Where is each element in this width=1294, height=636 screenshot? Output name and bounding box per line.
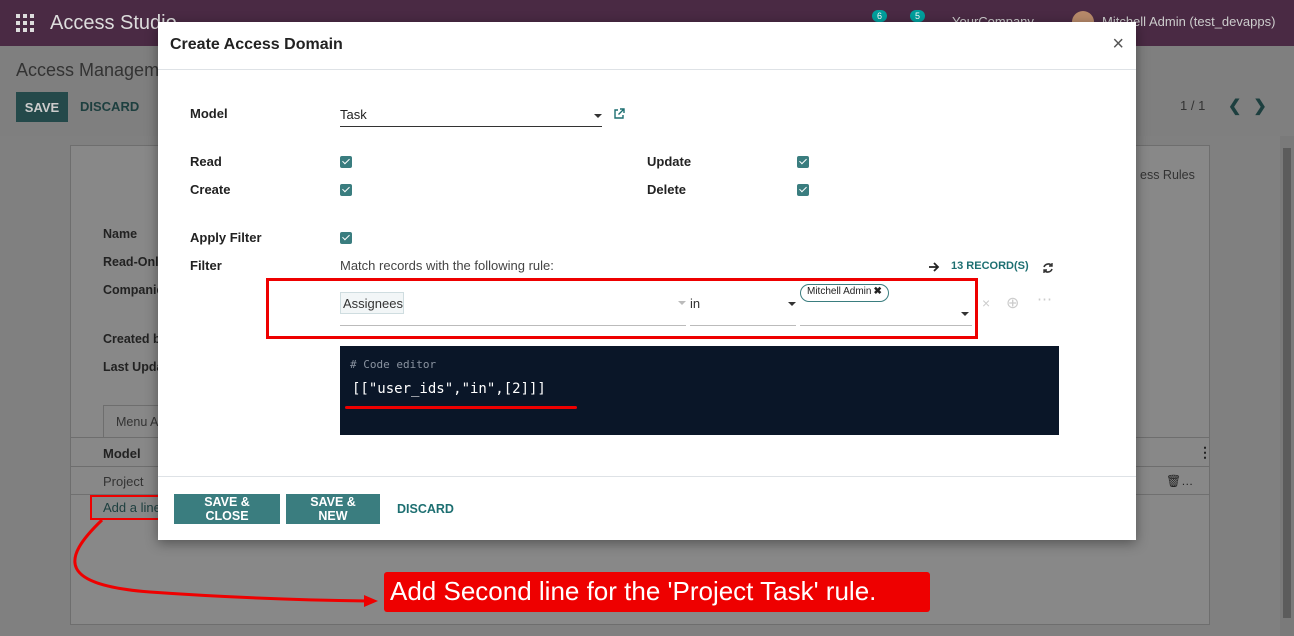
dialog-title: Create Access Domain [170, 36, 343, 53]
apply-filter-checkbox[interactable] [340, 232, 352, 244]
tutorial-callout: Add Second line for the 'Project Task' r… [384, 572, 930, 612]
delete-checkbox[interactable] [797, 184, 809, 196]
apply-filter-label: Apply Filter [190, 230, 262, 245]
code-editor-comment: # Code editor [350, 358, 437, 371]
code-editor[interactable]: # Code editor [["user_ids","in",[2]]] [340, 346, 1059, 435]
discard-button[interactable]: DISCARD [397, 502, 454, 516]
column-options-icon[interactable]: ⋮ [1198, 444, 1212, 461]
row-model-value: Project [103, 474, 144, 489]
model-select[interactable]: Task [340, 105, 602, 127]
add-rule-icon[interactable]: ⊕ [1006, 293, 1019, 313]
model-label: Model [190, 106, 228, 121]
code-highlight-underline [345, 406, 577, 409]
pager-value[interactable]: 1 / 1 [1180, 98, 1205, 113]
arrow-right-icon[interactable] [928, 261, 940, 273]
activities-count-badge: 5 [910, 10, 926, 22]
chevron-right-icon[interactable]: ❯ [1253, 98, 1278, 115]
save-close-button[interactable]: SAVE & CLOSE [174, 494, 280, 524]
domain-code[interactable]: [["user_ids","in",[2]]] [352, 381, 546, 397]
read-checkbox[interactable] [340, 156, 352, 168]
read-label: Read [190, 154, 222, 169]
remove-rule-icon[interactable]: × [982, 295, 990, 311]
readonly-label: Read-Only [103, 255, 166, 269]
column-header-model[interactable]: Model [103, 446, 141, 461]
dialog-footer: SAVE & CLOSE SAVE & NEW DISCARD [158, 476, 1136, 540]
create-label: Create [190, 182, 231, 197]
companies-label: Companie [103, 283, 164, 297]
breadcrumb[interactable]: Access Managem [16, 60, 159, 81]
trash-suffix: … [1181, 474, 1194, 488]
model-dropdown-caret-icon[interactable] [594, 114, 602, 118]
scrollbar-thumb[interactable] [1283, 148, 1291, 618]
external-link-icon[interactable] [613, 108, 625, 120]
pager-arrows[interactable]: ❮❯ [1228, 96, 1279, 116]
dialog-header: Create Access Domain × [158, 22, 1136, 70]
close-icon[interactable]: × [1112, 33, 1124, 56]
chevron-left-icon[interactable]: ❮ [1228, 98, 1253, 115]
created-by-label: Created b [103, 332, 161, 346]
form-save-button[interactable]: SAVE [16, 92, 68, 122]
save-new-button[interactable]: SAVE & NEW [286, 494, 380, 524]
model-value: Task [340, 107, 367, 122]
form-discard-button[interactable]: DISCARD [80, 99, 139, 114]
tab-access-rules[interactable]: ess Rules [1140, 168, 1195, 182]
more-options-icon[interactable]: ⋯ [1037, 290, 1052, 308]
matching-records-link[interactable]: 13 RECORD(S) [951, 260, 1029, 272]
trash-icon[interactable]: 🗑… [1166, 474, 1193, 488]
filter-description: Match records with the following rule: [340, 258, 554, 273]
name-label: Name [103, 227, 138, 241]
last-updated-label: Last Upda [103, 360, 164, 374]
messages-count-badge: 6 [872, 10, 888, 22]
page-scrollbar[interactable] [1280, 136, 1294, 636]
refresh-icon[interactable] [1042, 262, 1054, 274]
delete-label: Delete [647, 182, 687, 197]
add-line-highlight [90, 495, 161, 520]
filter-label: Filter [190, 258, 222, 273]
update-checkbox[interactable] [797, 156, 809, 168]
apps-menu-icon[interactable] [16, 14, 34, 32]
create-checkbox[interactable] [340, 184, 352, 196]
rule-highlight-box [266, 278, 978, 339]
update-label: Update [647, 154, 692, 169]
